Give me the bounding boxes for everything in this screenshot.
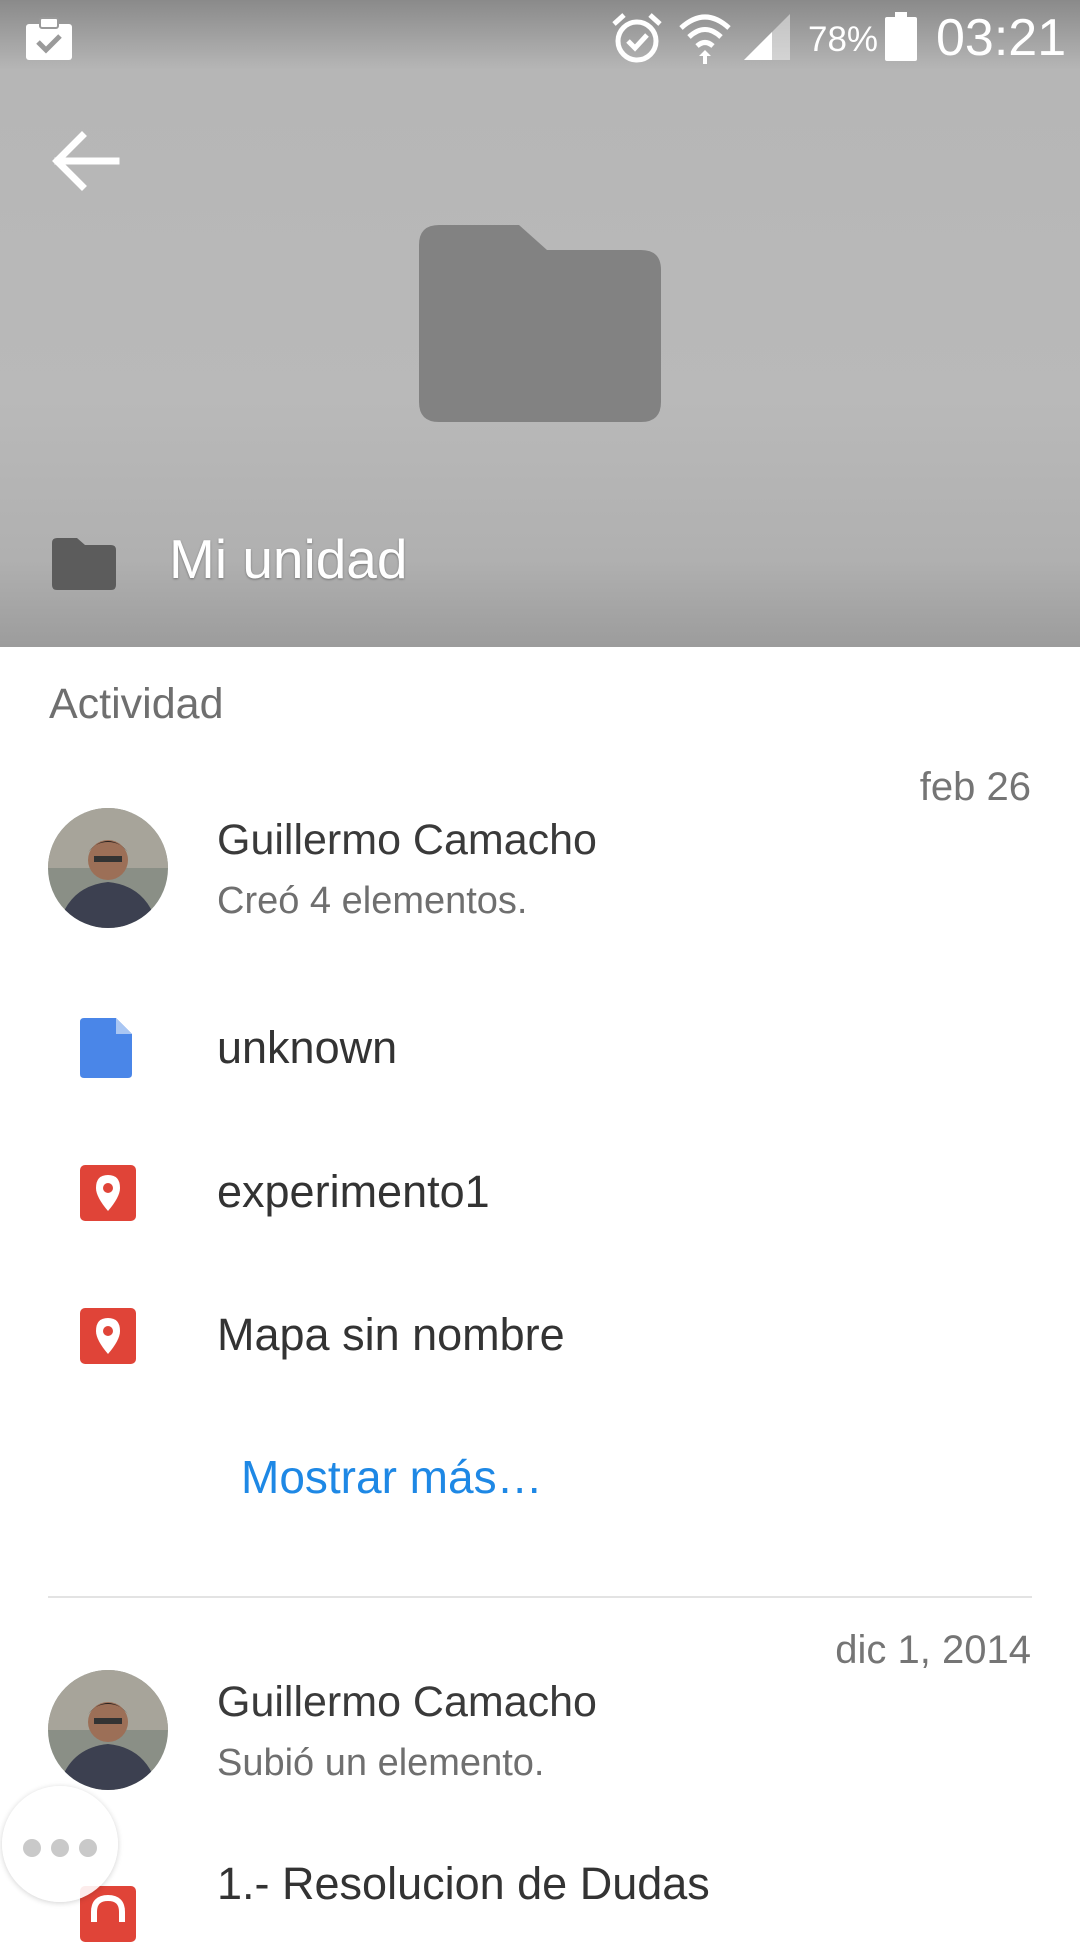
file-name: experimento1 [217,1166,490,1217]
avatar[interactable] [48,1670,168,1790]
activity-description: Subió un elemento. [217,1742,545,1784]
divider [48,1596,1032,1598]
more-options-button[interactable] [2,1786,118,1902]
activity-date: feb 26 [919,765,1031,809]
battery-percentage: 78% [808,20,879,59]
dot-icon [51,1839,69,1857]
clock: 03:21 [936,9,1067,67]
map-pin-icon [80,1308,136,1364]
folder-icon [52,538,116,590]
dot-icon [23,1839,41,1857]
file-name: 1.- Resolucion de Dudas [217,1858,710,1909]
user-name: Guillermo Camacho [217,816,597,864]
arrow-back-icon[interactable] [46,122,124,200]
avatar[interactable] [48,808,168,928]
alarm-icon [612,13,662,63]
signal-icon [744,14,790,60]
section-label-activity: Actividad [49,680,224,728]
folder-icon [419,225,661,422]
wifi-icon [679,14,731,64]
dot-icon [79,1839,97,1857]
clipboard-check-icon [26,17,72,60]
activity-description: Creó 4 elementos. [217,880,528,922]
page-title: Mi unidad [169,528,408,590]
file-name: unknown [217,1022,398,1073]
user-name: Guillermo Camacho [217,1678,597,1726]
activity-date: dic 1, 2014 [835,1628,1031,1672]
battery-icon [885,12,917,61]
map-pin-icon [80,1165,136,1221]
show-more-link[interactable]: Mostrar más… [241,1450,543,1504]
status-bar: 78% 03:21 [0,0,1080,75]
file-name: Mapa sin nombre [217,1309,565,1360]
folder-header: 78% 03:21 Mi unidad [0,0,1080,647]
document-icon [80,1018,132,1078]
